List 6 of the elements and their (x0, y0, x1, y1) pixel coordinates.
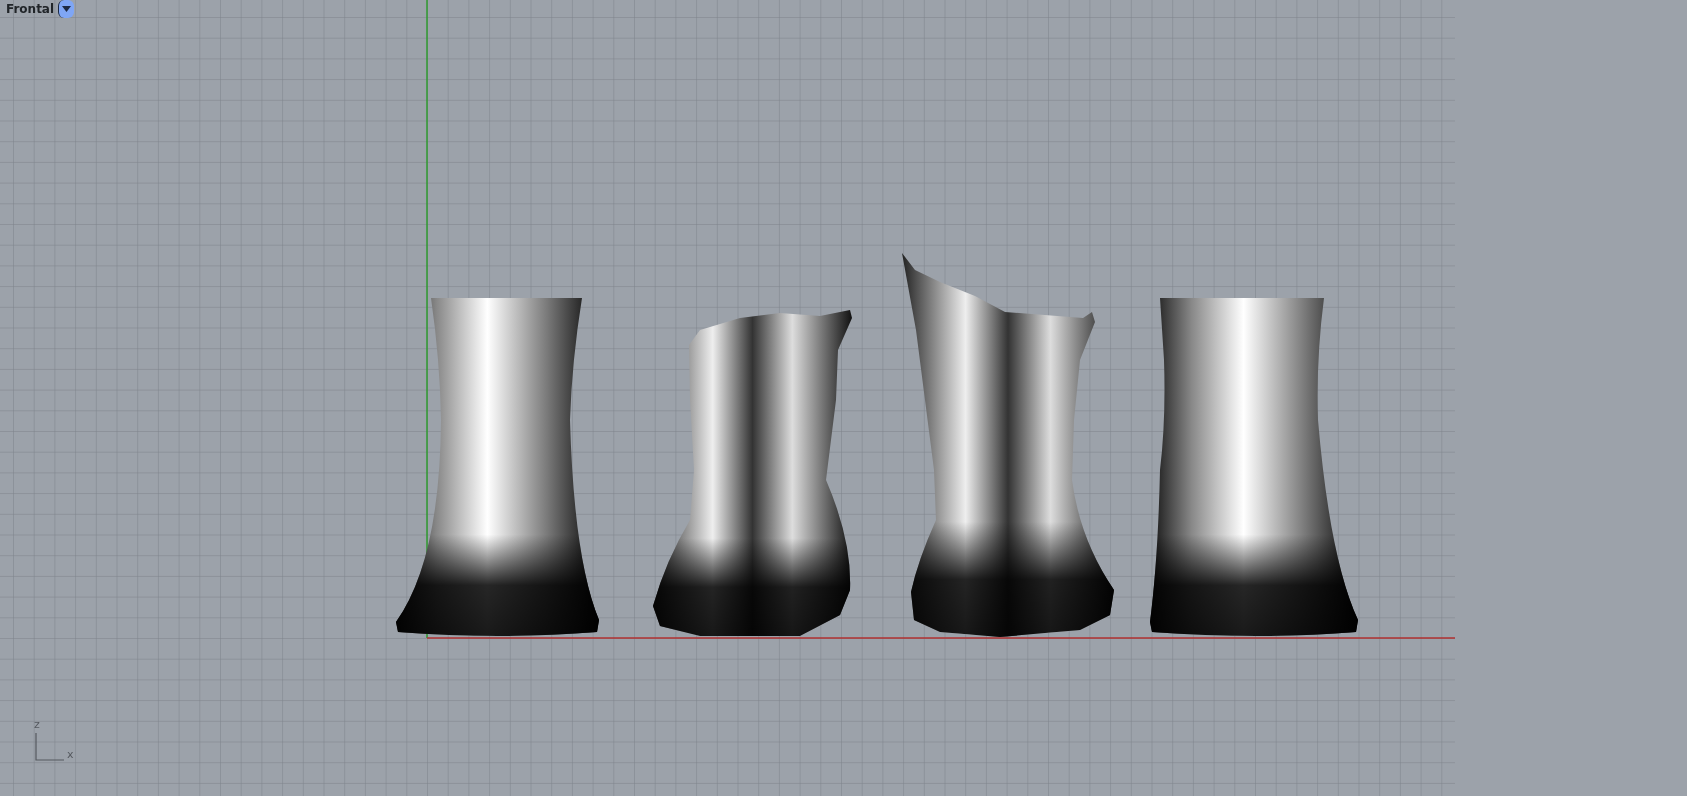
axis-label: z (34, 719, 40, 730)
viewport-title-tab[interactable]: Frontal (0, 0, 59, 18)
axis-widget-icon (35, 732, 65, 761)
axis-label: x (67, 749, 74, 760)
viewport-menu-button[interactable] (58, 0, 75, 18)
caret-icon (62, 6, 72, 12)
